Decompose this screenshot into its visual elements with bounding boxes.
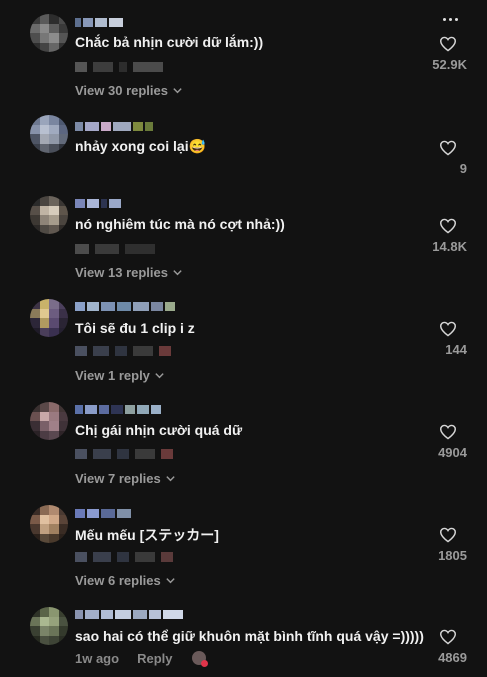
chevron-down-icon — [166, 476, 175, 482]
like-count: 144 — [445, 342, 467, 357]
chevron-down-icon — [173, 270, 182, 276]
username-blurred[interactable] — [75, 16, 123, 28]
like-count: 9 — [459, 161, 467, 176]
avatar[interactable] — [30, 402, 68, 440]
like-button[interactable]: 4869 — [407, 629, 467, 665]
reply-button[interactable]: Reply — [137, 651, 172, 666]
like-count: 4904 — [438, 445, 467, 460]
heart-outline-icon — [439, 36, 457, 52]
heart-outline-icon — [439, 629, 457, 645]
comment-meta-blurred — [75, 447, 173, 461]
like-button[interactable]: 9 — [407, 140, 467, 176]
username-blurred[interactable] — [75, 120, 153, 132]
username-blurred[interactable] — [75, 300, 175, 312]
view-replies-button[interactable]: View 7 replies — [75, 471, 176, 486]
like-count: 4869 — [438, 650, 467, 665]
comment-text: nó nghiêm túc mà nó cợt nhả:)) — [75, 216, 285, 232]
avatar[interactable] — [30, 196, 68, 234]
username-blurred[interactable] — [75, 197, 121, 209]
avatar[interactable] — [30, 505, 68, 543]
comment-meta-blurred — [75, 60, 163, 74]
comment-text: Mếu mếu [ステッカー] — [75, 527, 219, 543]
view-replies-button[interactable]: View 30 replies — [75, 83, 183, 98]
chevron-down-icon — [173, 88, 182, 94]
like-button[interactable]: 52.9K — [407, 36, 467, 72]
comment-text: sao hai có thể giữ khuôn mặt bình tĩnh q… — [75, 628, 424, 644]
like-count: 52.9K — [432, 57, 467, 72]
heart-outline-icon — [439, 527, 457, 543]
more-options-icon[interactable] — [443, 18, 458, 21]
comment-meta-blurred — [75, 550, 173, 564]
comment-text: Chị gái nhịn cười quá dữ — [75, 422, 243, 438]
view-replies-button[interactable]: View 1 reply — [75, 368, 165, 383]
heart-outline-icon — [439, 218, 457, 234]
like-count: 14.8K — [432, 239, 467, 254]
comment-text: nhảy xong coi lại😅 — [75, 138, 207, 154]
heart-outline-icon — [439, 140, 457, 156]
view-replies-button[interactable]: View 6 replies — [75, 573, 176, 588]
avatar[interactable] — [30, 115, 68, 153]
comment-text: Chắc bả nhịn cười dữ lắm:)) — [75, 34, 264, 50]
chevron-down-icon — [166, 578, 175, 584]
view-replies-button[interactable]: View 13 replies — [75, 265, 183, 280]
comment-text: Tôi sẽ đu 1 clip i z — [75, 320, 195, 336]
avatar[interactable] — [30, 607, 68, 645]
comment-meta-blurred — [75, 344, 171, 358]
comment-meta-blurred — [75, 242, 155, 256]
username-blurred[interactable] — [75, 507, 131, 519]
username-blurred[interactable] — [75, 608, 183, 620]
heart-outline-icon — [439, 424, 457, 440]
like-button[interactable]: 14.8K — [407, 218, 467, 254]
heart-outline-icon — [439, 321, 457, 337]
username-blurred[interactable] — [75, 403, 161, 415]
chevron-down-icon — [155, 373, 164, 379]
like-button[interactable]: 4904 — [407, 424, 467, 460]
like-button[interactable]: 1805 — [407, 527, 467, 563]
avatar[interactable] — [30, 299, 68, 337]
creator-liked-avatar — [192, 651, 209, 667]
avatar[interactable] — [30, 14, 68, 52]
timestamp: 1w ago — [75, 650, 120, 666]
like-button[interactable]: 144 — [407, 321, 467, 357]
like-count: 1805 — [438, 548, 467, 563]
comment-meta: 1w ago Reply — [75, 650, 209, 667]
